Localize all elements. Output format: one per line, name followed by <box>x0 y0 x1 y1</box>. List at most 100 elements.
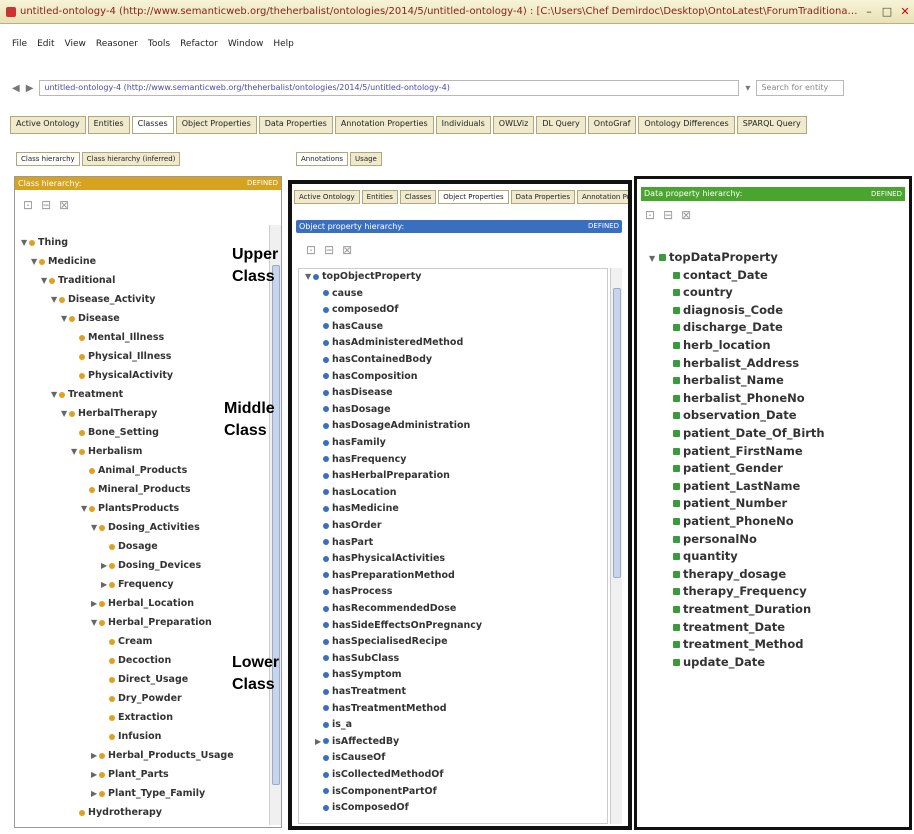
menu-item-reasoner[interactable]: Reasoner <box>96 39 138 49</box>
tree-row[interactable]: hasLocation <box>315 485 397 501</box>
tree-row[interactable]: isCollectedMethodOf <box>315 767 444 783</box>
expand-toggle-icon[interactable]: ▼ <box>51 387 59 403</box>
delete-class-icon[interactable]: ⊠ <box>59 198 69 212</box>
menu-item-help[interactable]: Help <box>273 39 294 49</box>
add-subclass-icon[interactable]: ⊡ <box>23 198 33 212</box>
tree-row[interactable]: treatment_Method <box>663 636 804 653</box>
tree-row[interactable]: ▶ Herbal_Location <box>91 596 194 612</box>
add-sibling-property-icon[interactable]: ⊟ <box>324 243 334 257</box>
add-sub-dataproperty-icon[interactable]: ⊡ <box>645 208 655 222</box>
tree-row[interactable]: patient_Date_Of_Birth <box>663 425 825 442</box>
tree-row[interactable]: ▼ Herbalism <box>71 444 142 460</box>
expand-toggle-icon[interactable]: ▼ <box>91 615 99 631</box>
expand-toggle-icon[interactable]: ▶ <box>91 596 99 612</box>
tree-row[interactable]: cause <box>315 286 363 302</box>
close-icon[interactable]: ✕ <box>896 4 914 20</box>
tree-row[interactable]: quantity <box>663 548 738 565</box>
tab-entities[interactable]: Entities <box>87 116 130 134</box>
tab-object-properties[interactable]: Object Properties <box>175 116 257 134</box>
tree-row[interactable]: hasDisease <box>315 385 393 401</box>
expand-toggle-icon[interactable]: ▼ <box>649 250 659 267</box>
class-tree-scroll-thumb[interactable] <box>272 265 280 785</box>
tree-row[interactable]: hasTreatmentMethod <box>315 701 447 717</box>
tree-row[interactable]: treatment_Duration <box>663 601 811 618</box>
chevron-down-icon[interactable]: ▾ <box>745 83 750 94</box>
menu-item-refactor[interactable]: Refactor <box>180 39 218 49</box>
tree-row[interactable]: Dosage <box>101 539 158 555</box>
expand-toggle-icon[interactable]: ▼ <box>61 311 69 327</box>
tree-row[interactable]: hasComposition <box>315 369 418 385</box>
menu-item-tools[interactable]: Tools <box>148 39 170 49</box>
tree-row[interactable]: ▼ Dosing_Activities <box>91 520 200 536</box>
tree-row[interactable]: ▼ Medicine <box>31 254 96 270</box>
tree-row[interactable]: ▼ topDataProperty <box>649 249 778 266</box>
expand-toggle-icon[interactable]: ▶ <box>315 734 323 750</box>
expand-toggle-icon[interactable]: ▼ <box>91 520 99 536</box>
tree-row[interactable]: herbalist_Address <box>663 355 799 372</box>
tree-row[interactable]: ▼ PlantsProducts <box>81 501 179 517</box>
tab-dl-query[interactable]: DL Query <box>536 116 586 134</box>
maximize-icon[interactable]: □ <box>878 4 896 20</box>
mid-tab-object-properties[interactable]: Object Properties <box>438 190 509 204</box>
tree-row[interactable]: hasDosage <box>315 402 391 418</box>
subtab-annotations[interactable]: Annotations <box>296 152 349 166</box>
tab-classes[interactable]: Classes <box>131 116 174 134</box>
tab-data-properties[interactable]: Data Properties <box>258 116 333 134</box>
mid-tab-classes[interactable]: Classes <box>399 190 437 204</box>
tree-row[interactable]: hasFrequency <box>315 452 406 468</box>
expand-toggle-icon[interactable]: ▼ <box>61 406 69 422</box>
tree-row[interactable]: hasAdministeredMethod <box>315 335 463 351</box>
tree-row[interactable]: diagnosis_Code <box>663 302 783 319</box>
tree-row[interactable]: hasFamily <box>315 435 386 451</box>
tab-ontograf[interactable]: OntoGraf <box>587 116 637 134</box>
tree-row[interactable]: hasProcess <box>315 584 392 600</box>
tree-row[interactable]: hasSubClass <box>315 651 399 667</box>
delete-property-icon[interactable]: ⊠ <box>342 243 352 257</box>
tree-row[interactable]: hasDosageAdministration <box>315 418 470 434</box>
tree-row[interactable]: Cream <box>101 634 152 650</box>
subtab-class-hierarchy-inferred[interactable]: Class hierarchy (inferred) <box>81 152 181 166</box>
expand-toggle-icon[interactable]: ▶ <box>91 786 99 802</box>
add-subproperty-icon[interactable]: ⊡ <box>306 243 316 257</box>
tree-row[interactable]: herb_location <box>663 337 771 354</box>
tree-row[interactable]: therapy_dosage <box>663 566 786 583</box>
tree-row[interactable]: hasSideEffectsOnPregnancy <box>315 618 482 634</box>
tab-ontology-differences[interactable]: Ontology Differences <box>638 116 735 134</box>
mid-tab-active-ontology[interactable]: Active Ontology <box>294 190 360 204</box>
add-sibling-dataproperty-icon[interactable]: ⊟ <box>663 208 673 222</box>
tree-row[interactable]: ▼ Disease_Activity <box>51 292 155 308</box>
tree-row[interactable]: hasCause <box>315 319 383 335</box>
tree-row[interactable]: Infusion <box>101 729 161 745</box>
tree-row[interactable]: patient_LastName <box>663 478 800 495</box>
tab-sparql-query[interactable]: SPARQL Query <box>736 116 807 134</box>
expand-toggle-icon[interactable]: ▶ <box>91 767 99 783</box>
tree-row[interactable]: discharge_Date <box>663 319 783 336</box>
tree-row[interactable]: hasSpecialisedRecipe <box>315 634 448 650</box>
tree-row[interactable]: hasPart <box>315 535 373 551</box>
entity-search-input[interactable]: Search for entity <box>756 80 845 96</box>
tab-individuals[interactable]: Individuals <box>435 116 491 134</box>
object-property-scrollbar[interactable] <box>610 268 622 824</box>
tree-row[interactable]: ▼ Thing <box>21 235 68 251</box>
ontology-iri-field[interactable]: untitled-ontology-4 (http://www.semantic… <box>39 80 740 96</box>
tree-row[interactable]: patient_Number <box>663 495 787 512</box>
tree-row[interactable]: ▼ Treatment <box>51 387 123 403</box>
tree-row[interactable]: Mineral_Products <box>81 482 191 498</box>
tree-row[interactable]: ▼ Herbal_Preparation <box>91 615 212 631</box>
tree-row[interactable]: ▶ Dosing_Devices <box>101 558 201 574</box>
forward-arrow-icon[interactable]: ▶ <box>26 83 34 94</box>
tree-row[interactable]: Decoction <box>101 653 171 669</box>
delete-dataproperty-icon[interactable]: ⊠ <box>681 208 691 222</box>
tree-row[interactable]: ▼ Traditional <box>41 273 115 289</box>
tree-row[interactable]: isComposedOf <box>315 800 409 816</box>
expand-toggle-icon[interactable]: ▼ <box>21 235 29 251</box>
back-arrow-icon[interactable]: ◀ <box>12 83 20 94</box>
minimize-icon[interactable]: – <box>860 4 878 20</box>
tree-row[interactable]: therapy_Frequency <box>663 583 807 600</box>
tree-row[interactable]: hasRecommendedDose <box>315 601 456 617</box>
object-property-scroll-thumb[interactable] <box>613 288 621 578</box>
tree-row[interactable]: is_a <box>315 717 352 733</box>
expand-toggle-icon[interactable]: ▶ <box>91 748 99 764</box>
tab-annotation-properties[interactable]: Annotation Properties <box>334 116 434 134</box>
mid-tab-annotation-properties[interactable]: Annotation Properties <box>576 190 628 204</box>
